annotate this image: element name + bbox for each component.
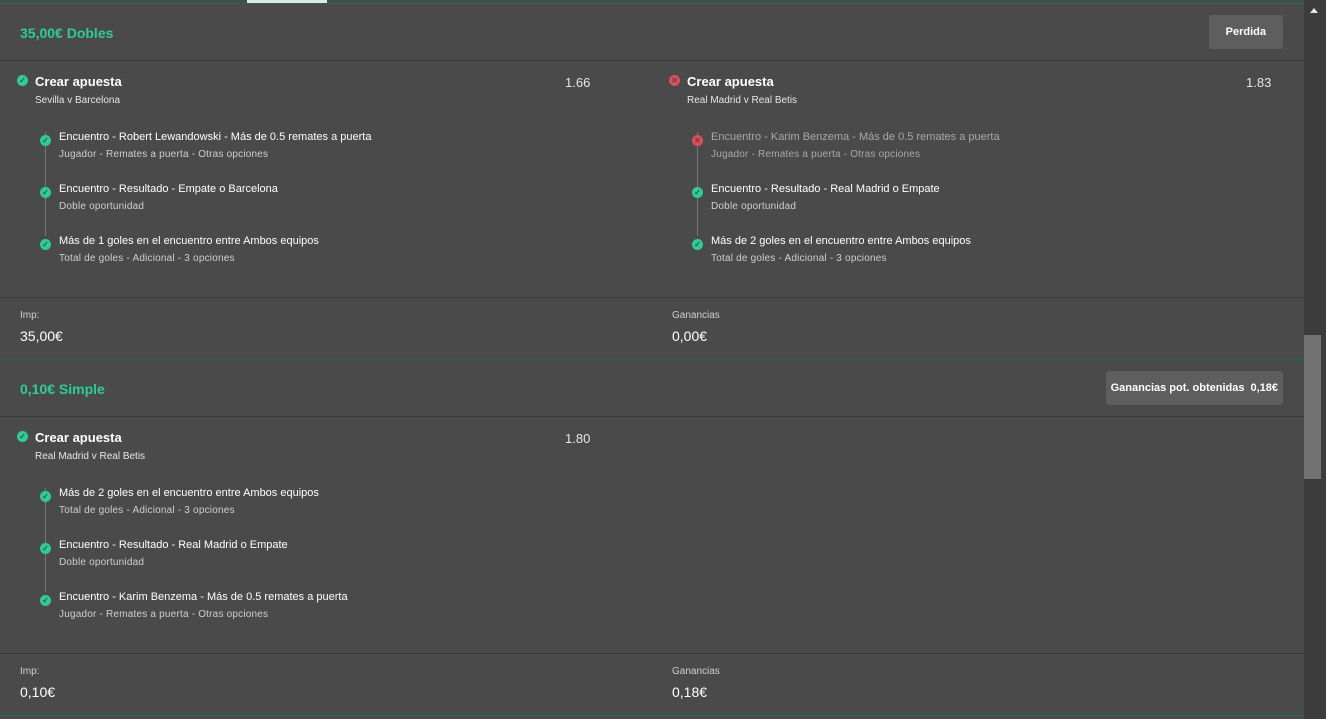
selection-odds: 1.83 <box>1246 75 1272 90</box>
leg-desc: Total de goles - Adicional - 3 opciones <box>59 505 235 516</box>
leg-name: Encuentro - Resultado - Real Madrid o Em… <box>59 539 288 551</box>
stake-label: Imp: <box>20 666 40 677</box>
cross-icon: ✕ <box>669 75 680 86</box>
check-icon: ✓ <box>17 75 28 86</box>
selection-title: Crear apuesta <box>35 430 122 445</box>
returns-label: Ganancias <box>672 666 720 677</box>
leg-desc: Jugador - Remates a puerta - Otras opcio… <box>59 149 269 160</box>
vertical-scrollbar[interactable] <box>1304 0 1326 719</box>
stake-value: 35,00€ <box>20 328 63 344</box>
leg-desc: Jugador - Remates a puerta - Otras opcio… <box>711 149 921 160</box>
slip-title: 35,00€ Dobles <box>20 25 114 41</box>
bet-slip-single: 0,10€ Simple Ganancias pot. obtenidas 0,1… <box>0 360 1304 716</box>
leg-desc: Total de goles - Adicional - 3 opciones <box>59 253 235 264</box>
slip-footer: Imp: 35,00€ Ganancias 0,00€ <box>0 297 1304 360</box>
returns-value: 0,18€ <box>672 684 708 700</box>
leg-connector <box>45 132 46 236</box>
selection-event: Real Madrid v Real Betis <box>35 451 146 462</box>
status-badge[interactable]: Perdida <box>1208 15 1283 49</box>
slip-header: 0,10€ Simple Ganancias pot. obtenidas 0,1… <box>0 360 1304 417</box>
slip-title: 0,10€ Simple <box>20 381 105 397</box>
slip-footer: Imp: 0,10€ Ganancias 0,18€ <box>0 653 1304 716</box>
leg-name: Encuentro - Karim Benzema - Más de 0.5 r… <box>711 131 1000 143</box>
leg-desc: Total de goles - Adicional - 3 opciones <box>711 253 887 264</box>
returns-label: Ganancias <box>672 310 720 321</box>
leg-name: Encuentro - Resultado - Real Madrid o Em… <box>711 183 940 195</box>
leg-name: Más de 1 goles en el encuentro entre Amb… <box>59 235 319 247</box>
check-icon: ✓ <box>40 595 51 606</box>
selection-2: ✕ Crear apuesta Real Madrid v Real Betis… <box>669 74 1289 274</box>
selection-event: Sevilla v Barcelona <box>35 95 121 106</box>
selection-1: ✓ Crear apuesta Sevilla v Barcelona 1.66… <box>17 74 597 274</box>
leg-name: Encuentro - Resultado - Empate o Barcelo… <box>59 183 278 195</box>
scroll-thumb[interactable] <box>1304 335 1321 479</box>
stake-label: Imp: <box>20 310 40 321</box>
check-icon: ✓ <box>692 239 703 250</box>
check-icon: ✓ <box>692 187 703 198</box>
leg-connector <box>697 132 698 236</box>
scroll-up-arrow-icon[interactable] <box>1310 8 1318 13</box>
leg-connector <box>45 488 46 592</box>
leg-desc: Doble oportunidad <box>59 557 145 568</box>
check-icon: ✓ <box>40 135 51 146</box>
leg-name: Más de 2 goles en el encuentro entre Amb… <box>711 235 971 247</box>
leg-desc: Jugador - Remates a puerta - Otras opcio… <box>59 609 269 620</box>
stake-value: 0,10€ <box>20 684 56 700</box>
selection-1: ✓ Crear apuesta Real Madrid v Real Betis… <box>17 430 597 630</box>
returns-value: 0,00€ <box>672 328 708 344</box>
selection-title: Crear apuesta <box>35 74 122 89</box>
status-badge[interactable]: Ganancias pot. obtenidas 0,18€ <box>1105 371 1283 405</box>
selection-odds: 1.66 <box>565 75 591 90</box>
check-icon: ✓ <box>17 431 28 442</box>
selection-event: Real Madrid v Real Betis <box>687 95 798 106</box>
leg-desc: Doble oportunidad <box>59 201 145 212</box>
check-icon: ✓ <box>40 239 51 250</box>
status-label: Ganancias pot. obtenidas <box>1110 382 1245 394</box>
cross-icon: ✕ <box>692 135 703 146</box>
bet-slip-doubles: 35,00€ Dobles Perdida ✓ Crear apuesta Se… <box>0 4 1304 360</box>
leg-desc: Doble oportunidad <box>711 201 797 212</box>
selection-title: Crear apuesta <box>687 74 774 89</box>
leg-name: Más de 2 goles en el encuentro entre Amb… <box>59 487 319 499</box>
leg-name: Encuentro - Karim Benzema - Más de 0.5 r… <box>59 591 348 603</box>
check-icon: ✓ <box>40 187 51 198</box>
slip-header: 35,00€ Dobles Perdida <box>0 4 1304 61</box>
check-icon: ✓ <box>40 543 51 554</box>
selection-odds: 1.80 <box>565 431 591 446</box>
leg-name: Encuentro - Robert Lewandowski - Más de … <box>59 131 372 143</box>
status-amount: 0,18€ <box>1250 382 1278 394</box>
check-icon: ✓ <box>40 491 51 502</box>
